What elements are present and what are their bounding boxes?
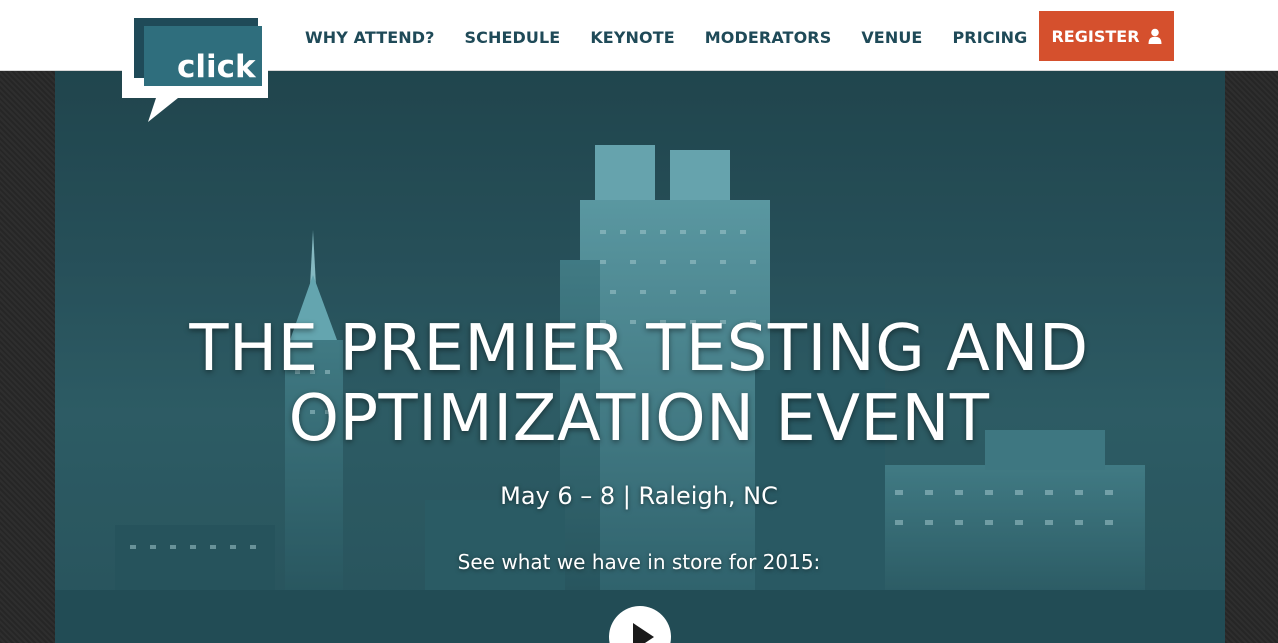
user-icon (1148, 28, 1162, 44)
nav-moderators[interactable]: MODERATORS (705, 28, 832, 47)
headline-line-1: THE PREMIER TESTING AND (189, 312, 1089, 386)
nav-why-attend[interactable]: WHY ATTEND? (305, 28, 435, 47)
nav-venue[interactable]: VENUE (861, 28, 922, 47)
hero-text: THE PREMIER TESTING AND OPTIMIZATION EVE… (0, 70, 1278, 574)
nav-pricing[interactable]: PRICING (952, 28, 1027, 47)
play-icon (633, 623, 654, 643)
click-logo[interactable]: click (120, 14, 272, 126)
main-nav: WHY ATTEND? SCHEDULE KEYNOTE MODERATORS … (290, 0, 1042, 74)
event-dates: May 6 – 8 | Raleigh, NC (500, 482, 778, 510)
register-label: REGISTER (1051, 26, 1140, 46)
register-button[interactable]: REGISTER (1039, 11, 1174, 61)
play-video-button[interactable] (609, 606, 671, 643)
nav-schedule[interactable]: SCHEDULE (465, 28, 561, 47)
headline-line-2: OPTIMIZATION EVENT (288, 382, 990, 456)
store-text: See what we have in store for 2015: (457, 550, 821, 574)
nav-keynote[interactable]: KEYNOTE (590, 28, 674, 47)
logo-text: click (177, 49, 257, 85)
hero-headline: THE PREMIER TESTING AND OPTIMIZATION EVE… (0, 314, 1278, 454)
